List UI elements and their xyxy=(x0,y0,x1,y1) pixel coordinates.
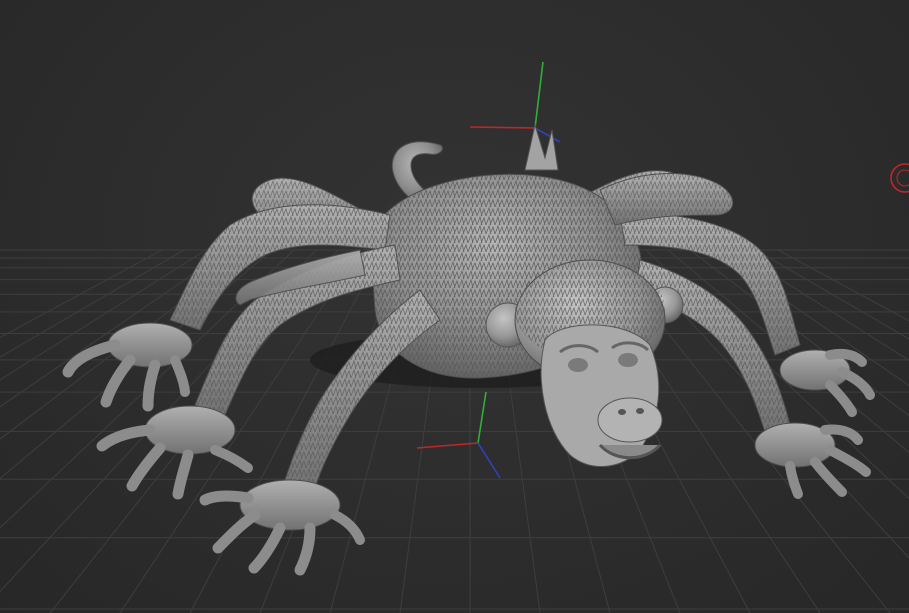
origin-x-axis[interactable] xyxy=(416,442,479,449)
viewport-canvas[interactable] xyxy=(0,0,909,613)
nostril-left xyxy=(618,409,626,415)
3d-viewport[interactable] xyxy=(0,0,909,613)
nostril-right xyxy=(636,408,644,414)
pivot-axis-gizmo[interactable] xyxy=(469,61,561,143)
pivot-x-axis[interactable] xyxy=(469,126,536,129)
monkey-spider-sculpt-mesh[interactable] xyxy=(62,123,875,576)
origin-y-axis[interactable] xyxy=(477,391,487,444)
hand-left-1[interactable] xyxy=(62,322,193,412)
origin-z-axis[interactable] xyxy=(477,442,501,479)
hand-right-2[interactable] xyxy=(754,422,871,499)
rotate-gizmo-handle[interactable] xyxy=(890,163,909,193)
eye-right xyxy=(618,353,638,367)
muzzle xyxy=(597,397,663,443)
pivot-y-axis[interactable] xyxy=(534,61,544,129)
hand-right-1[interactable] xyxy=(779,348,875,417)
hand-left-2[interactable] xyxy=(96,405,253,500)
eye-left xyxy=(568,358,588,372)
origin-axis-gizmo[interactable] xyxy=(416,391,501,479)
